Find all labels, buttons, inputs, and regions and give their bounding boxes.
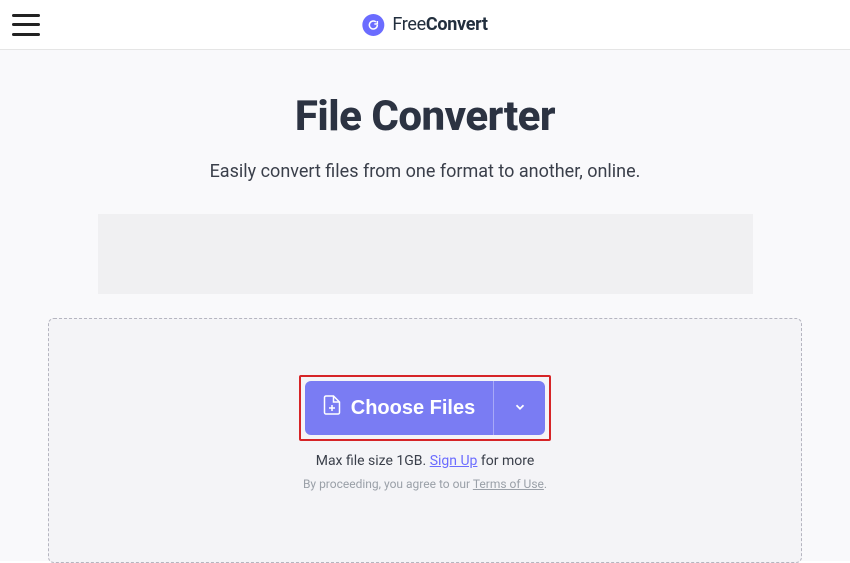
- dropzone[interactable]: Choose Files Max file size 1GB. Sign Up …: [48, 318, 802, 563]
- choose-files-button[interactable]: Choose Files: [305, 381, 493, 435]
- signup-link[interactable]: Sign Up: [430, 453, 478, 469]
- chevron-down-icon: [513, 399, 527, 418]
- logo[interactable]: FreeConvert: [362, 14, 487, 36]
- main-content: File Converter Easily convert files from…: [0, 50, 850, 561]
- choose-files-button-group: Choose Files: [305, 381, 545, 435]
- terms-text: By proceeding, you agree to our Terms of…: [303, 477, 547, 491]
- choose-files-label: Choose Files: [351, 397, 475, 420]
- terms-link[interactable]: Terms of Use: [473, 477, 544, 491]
- highlight-box: Choose Files: [299, 375, 551, 441]
- logo-text: FreeConvert: [392, 14, 487, 35]
- page-title: File Converter: [0, 92, 850, 141]
- menu-icon[interactable]: [12, 14, 40, 36]
- header: FreeConvert: [0, 0, 850, 50]
- refresh-icon: [362, 14, 384, 36]
- max-size-text: Max file size 1GB. Sign Up for more: [316, 453, 535, 469]
- file-add-icon: [323, 394, 341, 422]
- ad-placeholder: [98, 214, 753, 294]
- page-subtitle: Easily convert files from one format to …: [0, 161, 850, 182]
- choose-files-dropdown[interactable]: [493, 381, 545, 435]
